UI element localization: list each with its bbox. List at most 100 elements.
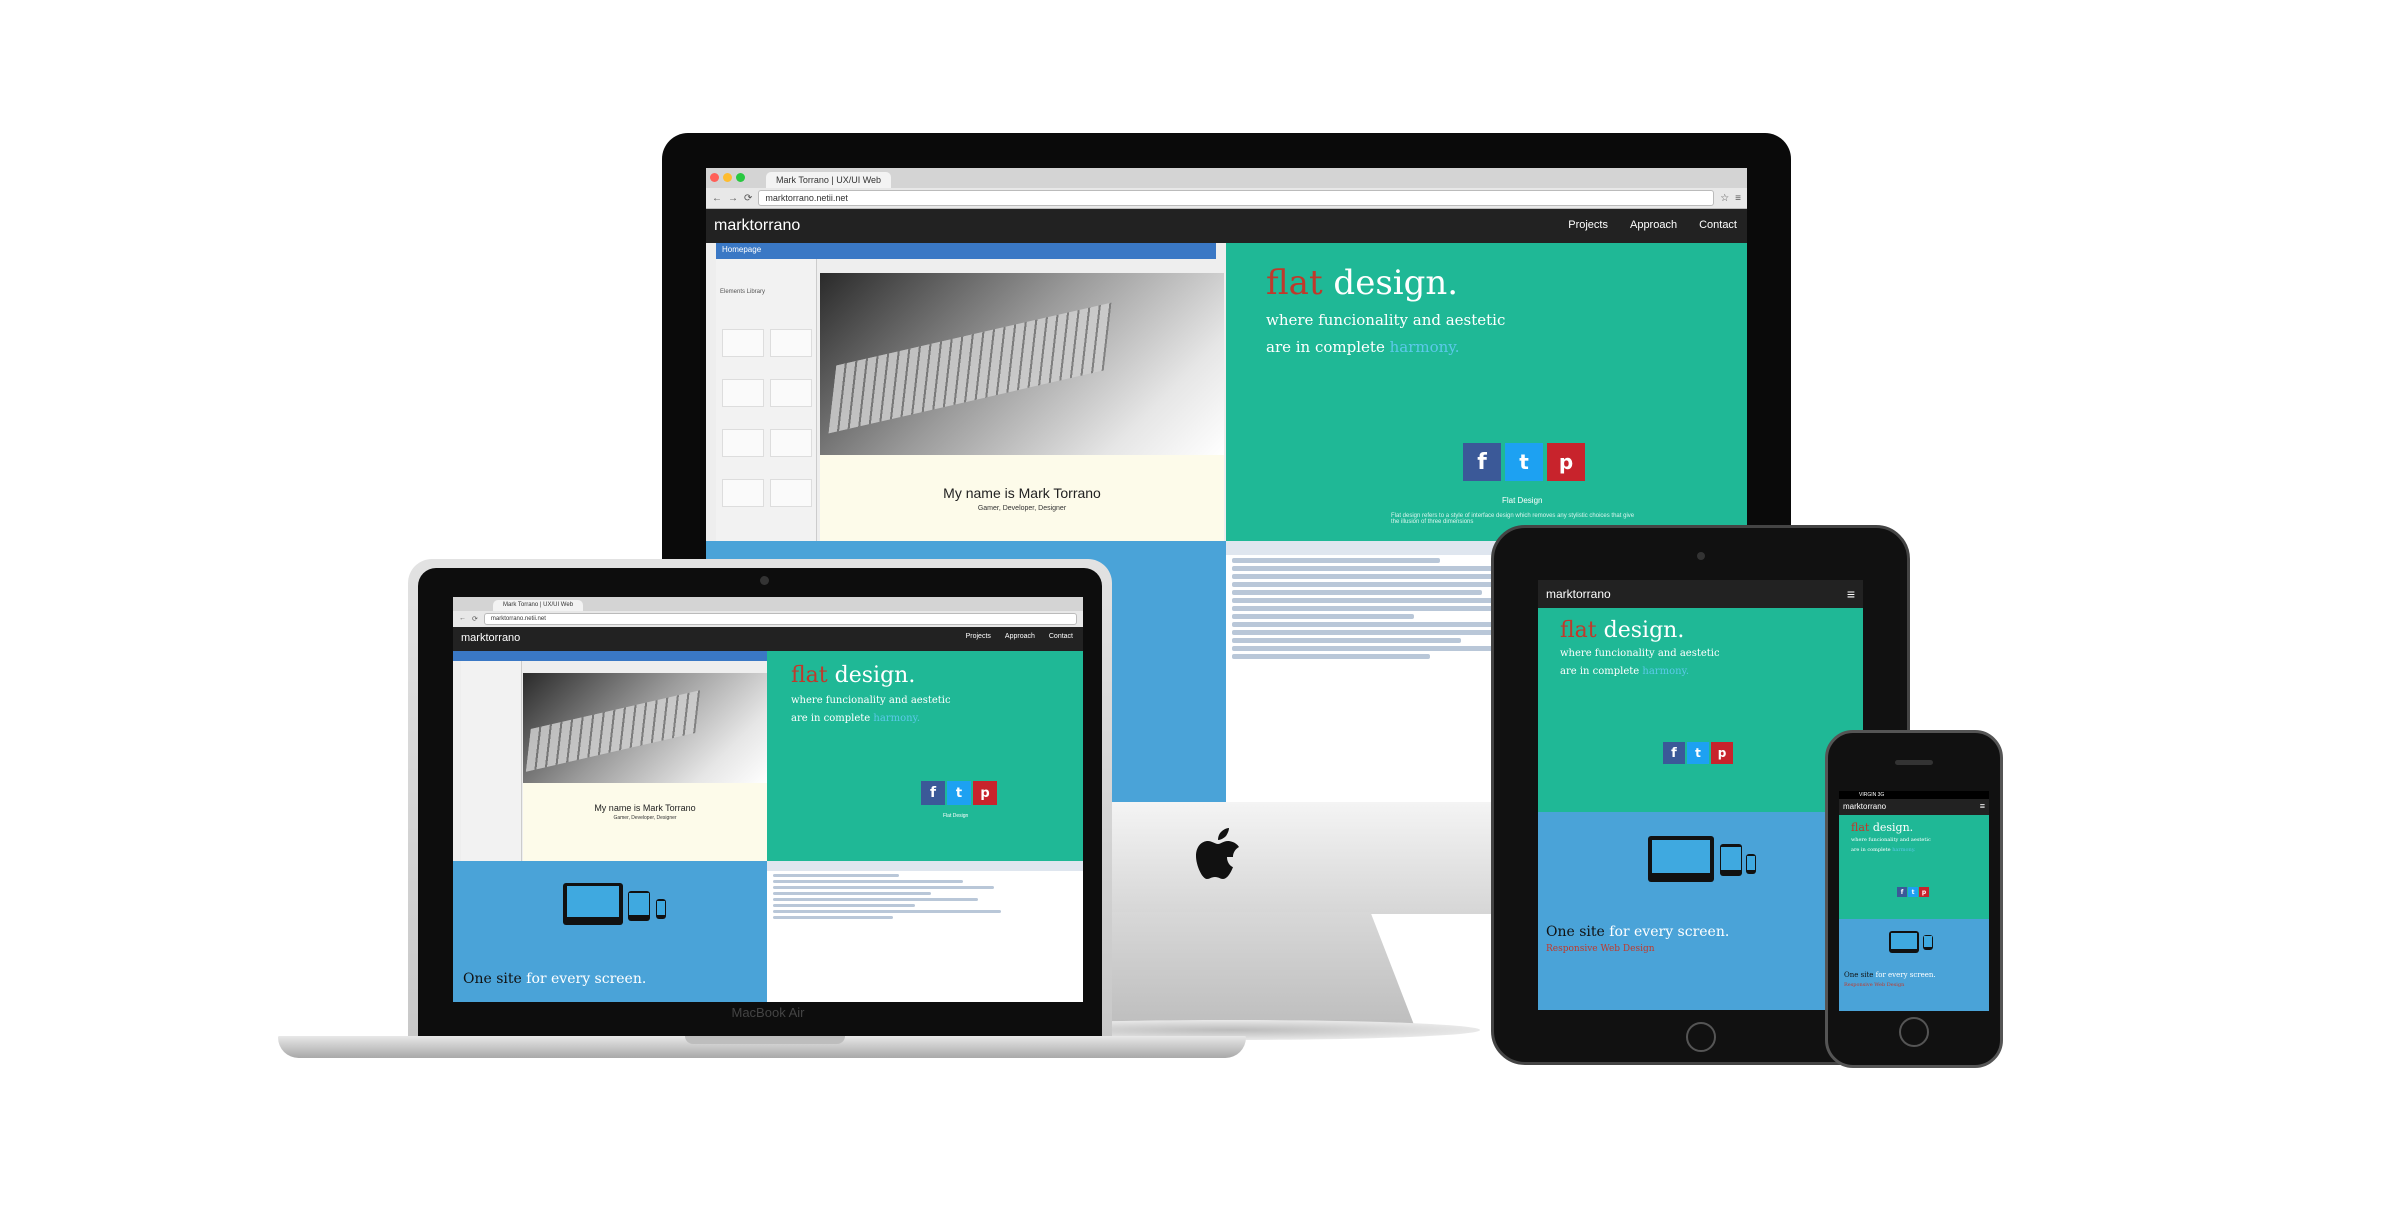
mb-address-bar[interactable]: marktorrano.netii.net xyxy=(483,612,1077,625)
widget-button-2[interactable] xyxy=(770,429,812,457)
iphone-one-site-heading: One site for every screen. xyxy=(1844,971,1936,979)
refresh-icon[interactable]: ⟳ xyxy=(744,193,752,204)
ipad-twitter-icon[interactable]: t xyxy=(1687,742,1709,764)
forward-icon[interactable]: → xyxy=(728,193,738,204)
iphone-hero-line-1: where funcionality and aestetic xyxy=(1851,837,1931,843)
twitter-icon[interactable]: t xyxy=(1505,443,1543,481)
site-navbar: marktorrano Projects Approach Contact xyxy=(706,209,1747,243)
widget-box[interactable] xyxy=(770,329,812,357)
minimize-window-button[interactable] xyxy=(723,173,732,182)
iphone-hamburger-icon[interactable]: ≡ xyxy=(1980,801,1985,811)
maximize-window-button[interactable] xyxy=(736,173,745,182)
mb-site-brand[interactable]: marktorrano xyxy=(461,632,520,644)
mb-phone-illustration xyxy=(656,899,666,919)
mb-site-navbar: marktorrano Projects Approach Contact xyxy=(453,627,1083,651)
iphone-twitter-icon[interactable]: t xyxy=(1908,887,1918,897)
nav-projects[interactable]: Projects xyxy=(1568,219,1608,231)
ipad-monitor-illustration xyxy=(1648,836,1714,882)
macbook-screen: Mark Torrano | UX/UI Web ← ⟳ marktorrano… xyxy=(453,597,1083,1002)
iphone-pinterest-icon[interactable]: p xyxy=(1919,887,1929,897)
macbook-label: MacBook Air xyxy=(731,1005,805,1020)
project-screenshot-editor: Homepage Elements Library My name is Mar… xyxy=(706,243,1226,541)
keyboard-photo xyxy=(820,273,1224,455)
widget-browser-1366[interactable] xyxy=(770,379,812,407)
widget-column-chart[interactable] xyxy=(722,479,764,507)
hero-line-2: are in complete harmony. xyxy=(1266,338,1460,356)
iphone-responsive-label: Responsive Web Design xyxy=(1844,982,1905,988)
hero-section: flat design. where funcionality and aest… xyxy=(1226,243,1747,541)
mb-editor-sidebar xyxy=(461,661,522,861)
pinterest-icon[interactable]: p xyxy=(1547,443,1585,481)
iphone-tablet-illustration xyxy=(1923,935,1933,950)
mb-browser-tab[interactable]: Mark Torrano | UX/UI Web xyxy=(493,600,584,611)
address-row: ← → ⟳ marktorrano.netii.net ☆ ≡ xyxy=(706,188,1747,208)
mb-nav-projects[interactable]: Projects xyxy=(966,633,991,640)
mb-responsive-section: One site for every screen. xyxy=(453,861,767,1002)
mb-pinterest-icon[interactable]: p xyxy=(973,781,997,805)
mb-editor-toolbar xyxy=(453,651,767,661)
iphone-facebook-icon[interactable]: f xyxy=(1897,887,1907,897)
menu-icon[interactable]: ≡ xyxy=(1735,193,1741,204)
facebook-icon[interactable]: f xyxy=(1463,443,1501,481)
nav-contact[interactable]: Contact xyxy=(1699,219,1737,231)
iphone-site-brand[interactable]: marktorrano xyxy=(1843,802,1886,811)
ipad-hero-line-2-prefix: are in complete xyxy=(1560,666,1643,677)
iphone-status-bar: VIRGIN 3G xyxy=(1839,791,1989,799)
mb-hero-section: flat design. where funcionality and aest… xyxy=(767,651,1083,861)
back-icon[interactable]: ← xyxy=(712,193,722,204)
social-icons: f t p xyxy=(1463,443,1585,481)
ipad-hero-line-1: where funcionality and aestetic xyxy=(1560,648,1720,659)
widget-arrow[interactable] xyxy=(722,329,764,357)
iphone-social-icons: f t p xyxy=(1897,887,1929,897)
iphone-hero-line-2-prefix: are in complete xyxy=(1851,847,1893,853)
mb-hero-line-2-highlight: harmony. xyxy=(873,713,921,724)
mb-intro-section: My name is Mark Torrano Gamer, Developer… xyxy=(523,783,767,861)
mb-nav-contact[interactable]: Contact xyxy=(1049,633,1073,640)
mb-back-icon[interactable]: ← xyxy=(459,615,466,622)
iphone-one-site-prefix: One site xyxy=(1844,971,1876,979)
iphone-hero-line-2-highlight: harmony. xyxy=(1892,847,1916,853)
ipad-facebook-icon[interactable]: f xyxy=(1663,742,1685,764)
address-bar[interactable]: marktorrano.netii.net xyxy=(758,190,1715,206)
editor-toolbar: Homepage xyxy=(716,243,1216,259)
site-nav: Projects Approach Contact xyxy=(1568,219,1737,231)
mb-browser-chrome: Mark Torrano | UX/UI Web ← ⟳ marktorrano… xyxy=(453,597,1083,628)
mb-intro-name: My name is Mark Torrano xyxy=(594,803,696,813)
hamburger-menu-icon[interactable]: ≡ xyxy=(1847,586,1855,602)
close-window-button[interactable] xyxy=(710,173,719,182)
ipad-home-button[interactable] xyxy=(1686,1022,1716,1052)
hero-line-2-prefix: are in complete xyxy=(1266,338,1390,356)
widget-line-chart[interactable] xyxy=(770,479,812,507)
flat-design-text: Flat design refers to a style of interfa… xyxy=(1391,513,1635,525)
site-brand[interactable]: marktorrano xyxy=(714,217,800,235)
mb-hero-title-design: design. xyxy=(827,663,916,688)
mb-social-icons: f t p xyxy=(921,781,997,805)
ipad-one-site-heading: One site for every screen. xyxy=(1546,924,1729,940)
mb-facebook-icon[interactable]: f xyxy=(921,781,945,805)
ipad-hero-title: flat design. xyxy=(1560,618,1684,643)
iphone-speaker xyxy=(1895,760,1933,765)
iphone-one-site-suffix: for every screen. xyxy=(1875,971,1936,979)
star-icon[interactable]: ☆ xyxy=(1720,193,1729,204)
intro-role: Gamer, Developer, Designer xyxy=(977,505,1067,512)
ipad-site-brand[interactable]: marktorrano xyxy=(1546,587,1611,601)
widget-browser-1024[interactable] xyxy=(722,379,764,407)
ipad-camera xyxy=(1697,552,1705,560)
mb-refresh-icon[interactable]: ⟳ xyxy=(472,615,478,623)
flat-design-label: Flat Design xyxy=(1502,496,1543,505)
widget-button[interactable] xyxy=(722,429,764,457)
ipad-screen: marktorrano ≡ flat design. where funcion… xyxy=(1538,580,1863,1010)
ipad-pinterest-icon[interactable]: p xyxy=(1711,742,1733,764)
mb-nav-approach[interactable]: Approach xyxy=(1005,633,1035,640)
mb-hero-line-1: where funcionality and aestetic xyxy=(791,695,951,706)
ipad-hero-line-2-highlight: harmony. xyxy=(1642,666,1690,677)
ipad-one-site-prefix: One site xyxy=(1546,924,1610,940)
nav-approach[interactable]: Approach xyxy=(1630,219,1677,231)
mb-twitter-icon[interactable]: t xyxy=(947,781,971,805)
browser-chrome: Mark Torrano | UX/UI Web ← → ⟳ marktorra… xyxy=(706,168,1747,209)
iphone-hero-title-design: design. xyxy=(1869,821,1914,834)
browser-tab[interactable]: Mark Torrano | UX/UI Web xyxy=(766,172,892,188)
ipad-responsive-label: Responsive Web Design xyxy=(1546,944,1655,954)
iphone-home-button[interactable] xyxy=(1899,1017,1929,1047)
mb-site-nav: Projects Approach Contact xyxy=(966,633,1073,640)
